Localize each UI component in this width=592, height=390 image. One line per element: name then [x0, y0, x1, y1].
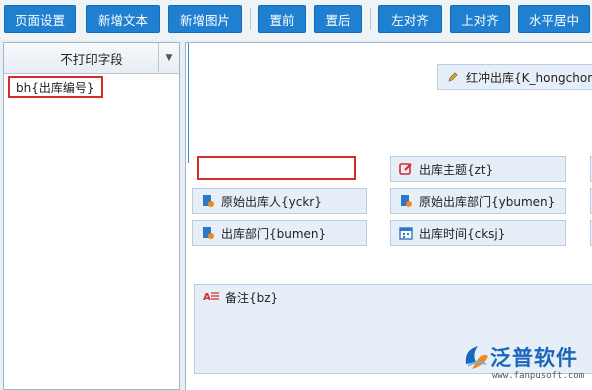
text-lines-icon: A — [203, 290, 219, 304]
field-item-bh[interactable]: bh{出库编号} — [8, 76, 103, 98]
field-label: 出库时间{cksj} — [419, 226, 506, 241]
doc-user-icon — [201, 226, 215, 240]
field-label: 原始出库部门{ybumen} — [419, 194, 556, 209]
field-label: 备注{bz} — [225, 290, 279, 305]
fanpu-logo: 泛普软件 www.fanpusoft.com — [460, 340, 592, 388]
page-settings-button[interactable]: 页面设置 — [4, 5, 76, 33]
chevron-down-icon[interactable]: ▼ — [158, 43, 179, 72]
toolbar-separator — [370, 8, 371, 30]
center-horizontal-button[interactable]: 水平居中 — [518, 5, 590, 33]
design-canvas[interactable]: 红冲出库{K_hongchon 出库主题{zt} 原始出库人{yckr} 原始出… — [185, 42, 592, 390]
calendar-icon — [399, 226, 413, 240]
field-label: 出库主题{zt} — [419, 162, 494, 177]
fanpu-logo-mark-icon — [465, 346, 488, 369]
send-back-button[interactable]: 置后 — [314, 5, 362, 33]
logo-url: www.fanpusoft.com — [492, 371, 585, 381]
bring-front-button[interactable]: 置前 — [258, 5, 306, 33]
align-left-button[interactable]: 左对齐 — [378, 5, 442, 33]
add-text-button[interactable]: 新增文本 — [86, 5, 160, 33]
pencil-icon — [446, 70, 460, 84]
alignment-guide — [188, 43, 189, 163]
doc-user-icon — [201, 194, 215, 208]
toolbar: 页面设置 新增文本 新增图片 置前 置后 左对齐 上对齐 水平居中 — [0, 0, 592, 40]
add-image-button[interactable]: 新增图片 — [168, 5, 242, 33]
panel-title: 不打印字段 — [60, 51, 123, 67]
empty-field-slot[interactable] — [197, 156, 356, 180]
panel-header: 不打印字段 ▼ — [4, 43, 179, 74]
field-orig-dept[interactable]: 原始出库部门{ybumen} — [390, 188, 566, 214]
field-label: 原始出库人{yckr} — [221, 194, 322, 209]
field-subject[interactable]: 出库主题{zt} — [390, 156, 566, 182]
field-time[interactable]: 出库时间{cksj} — [390, 220, 566, 246]
field-orig-person[interactable]: 原始出库人{yckr} — [192, 188, 367, 214]
field-dept[interactable]: 出库部门{bumen} — [192, 220, 367, 246]
field-hongchong[interactable]: 红冲出库{K_hongchon — [437, 64, 592, 90]
logo-text: 泛普软件 — [490, 346, 578, 370]
non-print-fields-panel: 不打印字段 ▼ bh{出库编号} — [3, 42, 180, 390]
edit-icon — [399, 162, 413, 176]
toolbar-separator — [250, 8, 251, 30]
align-top-button[interactable]: 上对齐 — [450, 5, 510, 33]
field-label: 出库部门{bumen} — [221, 226, 327, 241]
doc-user-icon — [399, 194, 413, 208]
field-label: 红冲出库{K_hongchon — [466, 70, 592, 85]
svg-text:A: A — [203, 292, 211, 302]
